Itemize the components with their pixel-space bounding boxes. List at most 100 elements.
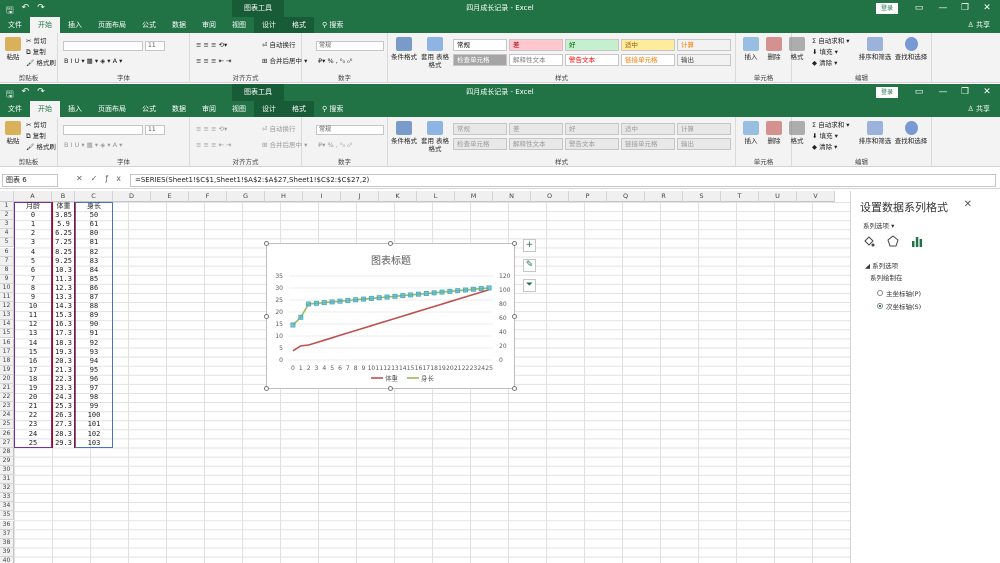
chart-resize-handle[interactable] <box>264 386 269 391</box>
cell-style-6[interactable]: 解释性文本 <box>509 54 563 66</box>
cell[interactable]: 89 <box>75 311 113 320</box>
cell[interactable]: 5 <box>14 257 52 266</box>
tab-file[interactable]: 文件 <box>0 101 30 117</box>
cell-style-3[interactable]: 适中 <box>621 39 675 51</box>
number-format-combo[interactable]: 常规 <box>316 125 384 135</box>
paste-button[interactable]: 粘贴 <box>4 37 22 61</box>
cell[interactable]: 80 <box>75 229 113 238</box>
cell[interactable]: 83 <box>75 257 113 266</box>
series-options-section[interactable]: ◢ 系列选项 <box>865 260 898 270</box>
cell[interactable]: 24 <box>14 430 52 439</box>
cell[interactable]: 13 <box>14 329 52 338</box>
column-header[interactable]: B <box>52 191 75 202</box>
chart-resize-handle[interactable] <box>512 386 517 391</box>
row-header[interactable]: 19 <box>0 365 14 375</box>
cell[interactable]: 14 <box>14 339 52 348</box>
tab-formulas[interactable]: 公式 <box>134 101 164 117</box>
tab-format[interactable]: 格式 <box>284 101 314 117</box>
row-header[interactable]: 37 <box>0 529 14 539</box>
cell[interactable]: 97 <box>75 384 113 393</box>
row-header[interactable]: 2 <box>0 211 14 221</box>
cell[interactable]: 8 <box>14 284 52 293</box>
tab-design[interactable]: 设计 <box>254 17 284 33</box>
column-header[interactable]: T <box>721 191 759 202</box>
cell[interactable]: 25.3 <box>52 402 75 411</box>
sort-filter-button[interactable]: 排序和筛选 <box>858 37 892 61</box>
cell[interactable]: 61 <box>75 220 113 229</box>
chart-svg[interactable]: 图表标题051015202530350204060801001200 1 2 3 4 5 6… <box>267 244 516 390</box>
cell[interactable]: 100 <box>75 411 113 420</box>
column-header[interactable]: V <box>797 191 835 202</box>
row-header[interactable]: 25 <box>0 420 14 430</box>
row-header[interactable]: 18 <box>0 356 14 366</box>
cell[interactable]: 15 <box>14 348 52 357</box>
cell[interactable]: 18 <box>14 375 52 384</box>
chart-resize-handle[interactable] <box>264 314 269 319</box>
row-header[interactable]: 5 <box>0 238 14 248</box>
row-header[interactable]: 35 <box>0 511 14 521</box>
column-header[interactable]: C <box>75 191 113 202</box>
row-header[interactable]: 24 <box>0 411 14 421</box>
align-buttons[interactable]: ≡ ≡ ≡ ⟲▾ <box>196 41 227 50</box>
column-header[interactable]: G <box>227 191 265 202</box>
row-header[interactable]: 29 <box>0 456 14 466</box>
cell-style-2[interactable]: 好 <box>565 123 619 135</box>
merge-center-button[interactable]: ⊞ 合并后居中 ▾ <box>262 141 307 150</box>
row-header[interactable]: 39 <box>0 547 14 557</box>
tab-view[interactable]: 视图 <box>224 101 254 117</box>
row-header[interactable]: 6 <box>0 247 14 257</box>
cell[interactable]: 95 <box>75 366 113 375</box>
cell[interactable]: 11 <box>14 311 52 320</box>
cell[interactable]: 28.3 <box>52 430 75 439</box>
tab-page-layout[interactable]: 页面布局 <box>90 101 134 117</box>
cell[interactable]: 10.3 <box>52 266 75 275</box>
close-icon[interactable]: ✕ <box>976 0 998 17</box>
clear-button[interactable]: ◆ 清除 ▾ <box>812 143 837 152</box>
autosum-button[interactable]: Σ 自动求和 ▾ <box>812 37 850 46</box>
row-header[interactable]: 10 <box>0 283 14 293</box>
cell-style-2[interactable]: 好 <box>565 39 619 51</box>
tab-review[interactable]: 审阅 <box>194 17 224 33</box>
column-header[interactable]: O <box>531 191 569 202</box>
cut-button[interactable]: ✂ 剪切 <box>26 121 47 130</box>
column-header[interactable]: A <box>14 191 52 202</box>
row-header[interactable]: 38 <box>0 538 14 548</box>
fill-button[interactable]: ⬇ 填充 ▾ <box>812 48 838 57</box>
row-header[interactable]: 40 <box>0 556 14 563</box>
cell[interactable]: 24.3 <box>52 393 75 402</box>
cell[interactable]: 5.9 <box>52 220 75 229</box>
row-header[interactable]: 8 <box>0 265 14 275</box>
cell-style-3[interactable]: 适中 <box>621 123 675 135</box>
cell[interactable]: 21 <box>14 402 52 411</box>
find-select-button[interactable]: 查找和选择 <box>894 121 928 145</box>
cell-style-1[interactable]: 差 <box>509 39 563 51</box>
row-header[interactable]: 32 <box>0 484 14 494</box>
tab-design[interactable]: 设计 <box>254 101 284 117</box>
cell[interactable]: 17 <box>14 366 52 375</box>
cell[interactable]: 88 <box>75 302 113 311</box>
restore-icon[interactable]: ❐ <box>954 0 976 17</box>
tab-insert[interactable]: 插入 <box>60 101 90 117</box>
cell[interactable]: 86 <box>75 284 113 293</box>
row-header[interactable]: 28 <box>0 447 14 457</box>
cell[interactable]: 29.3 <box>52 439 75 448</box>
merge-center-button[interactable]: ⊞ 合并后居中 ▾ <box>262 57 307 66</box>
name-box[interactable]: 图表 6 <box>2 174 58 187</box>
cell[interactable]: 99 <box>75 402 113 411</box>
row-header[interactable]: 4 <box>0 229 14 239</box>
cell[interactable]: 103 <box>75 439 113 448</box>
column-header[interactable]: K <box>379 191 417 202</box>
tab-view[interactable]: 视图 <box>224 17 254 33</box>
login-button[interactable]: 登录 <box>876 87 898 98</box>
cell[interactable]: 23 <box>14 420 52 429</box>
find-select-button[interactable]: 查找和选择 <box>894 37 928 61</box>
chart-resize-handle[interactable] <box>388 241 393 246</box>
align-buttons-2[interactable]: ≡ ≡ ≡ ⇤ ⇥ <box>196 57 232 66</box>
column-header[interactable]: E <box>151 191 189 202</box>
cell[interactable]: 3 <box>14 238 52 247</box>
row-header[interactable]: 14 <box>0 320 14 330</box>
align-buttons[interactable]: ≡ ≡ ≡ ⟲▾ <box>196 125 227 134</box>
row-header[interactable]: 13 <box>0 311 14 321</box>
worksheet[interactable]: 图表标题 0 5 10 15 20 25 30 35 0 20 40 60 80 100 120 0 1 2 3 4 5 6… <box>0 191 850 563</box>
enter-icon[interactable]: ✓ <box>91 174 106 183</box>
